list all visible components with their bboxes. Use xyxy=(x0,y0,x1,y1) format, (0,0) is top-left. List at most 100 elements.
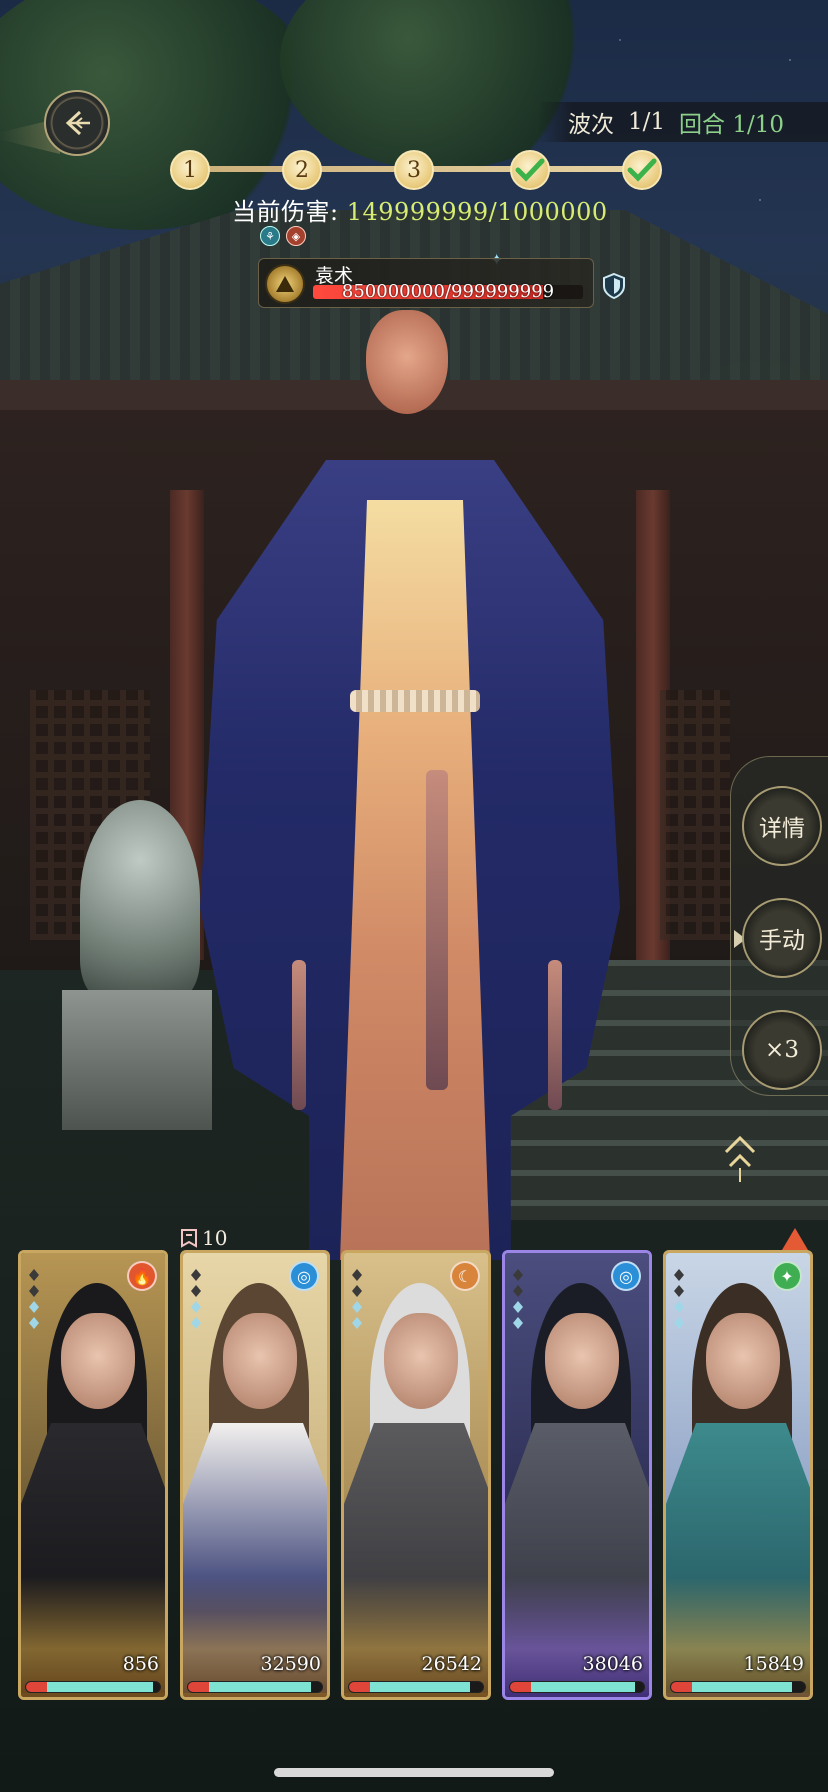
card-frame-base xyxy=(344,1577,488,1697)
round-counter: 回合 1/10 xyxy=(679,112,784,138)
back-arrow-icon xyxy=(65,110,90,136)
star-icon xyxy=(191,1317,201,1329)
back-button[interactable] xyxy=(44,90,110,156)
hero-card[interactable]: ◎ 32590 xyxy=(180,1250,330,1700)
star-icon xyxy=(29,1301,39,1313)
stage-node: 3 xyxy=(394,150,434,190)
lattice-window xyxy=(660,690,730,940)
hero-power: 38046 xyxy=(582,1653,643,1675)
star-icon xyxy=(29,1285,39,1297)
stage-number: 2 xyxy=(295,157,309,183)
hero-power: 32590 xyxy=(260,1653,321,1675)
hero-card[interactable]: ✦ 15849 xyxy=(663,1250,813,1700)
hero-hp-bar xyxy=(670,1681,806,1693)
home-indicator[interactable] xyxy=(274,1768,554,1777)
hero-card[interactable]: 🔥 856 xyxy=(18,1250,168,1700)
fire-element-icon: 🔥 xyxy=(127,1261,157,1291)
damage-label: 当前伤害: xyxy=(232,198,339,226)
star-rating xyxy=(511,1269,525,1329)
star-icon xyxy=(513,1301,523,1313)
water-element-icon: ◎ xyxy=(611,1261,641,1291)
speed-button[interactable]: ×3 xyxy=(742,1010,822,1090)
hero-head xyxy=(366,310,448,414)
star-icon xyxy=(352,1317,362,1329)
hero-portrait-face xyxy=(545,1313,619,1409)
star-rating xyxy=(189,1269,203,1329)
current-damage: 当前伤害: 149999999/1000000 xyxy=(232,192,608,227)
stage-cleared-node xyxy=(510,150,550,190)
hero-hp-bar xyxy=(25,1681,161,1693)
debuff-icon[interactable]: ◈ xyxy=(286,226,306,246)
stage-number: 3 xyxy=(407,157,421,183)
manual-label: 手动 xyxy=(759,928,805,954)
card-frame-base xyxy=(505,1577,649,1697)
hero-hp-red-segment xyxy=(349,1682,371,1692)
card-frame-base xyxy=(183,1577,327,1697)
hero-hp-red-segment xyxy=(671,1682,693,1692)
boss-character-figure xyxy=(200,270,620,1260)
hero-power: 15849 xyxy=(743,1653,804,1675)
hero-hp-fill xyxy=(47,1682,154,1692)
hero-hp-red-segment xyxy=(510,1682,532,1692)
moon-element-icon: ☾ xyxy=(450,1261,480,1291)
boss-hp-text: 850000000/999999999 xyxy=(341,281,555,302)
star-icon xyxy=(674,1269,684,1281)
star-icon xyxy=(352,1301,362,1313)
wave-round-panel: 波次 1/1 回合 1/10 xyxy=(538,102,828,142)
hero-hp-red-segment xyxy=(188,1682,210,1692)
hero-hp-fill xyxy=(209,1682,312,1692)
details-label: 详情 xyxy=(759,816,805,842)
shield-icon[interactable] xyxy=(602,272,626,300)
star-icon xyxy=(513,1317,523,1329)
stage-number: 1 xyxy=(183,157,197,183)
wave-value: 1/1 xyxy=(628,109,666,135)
checkmark-icon xyxy=(627,158,657,182)
star-icon xyxy=(352,1285,362,1297)
star-rating xyxy=(672,1269,686,1329)
star-icon xyxy=(29,1269,39,1281)
statue-pedestal xyxy=(62,990,212,1130)
hero-portrait-face xyxy=(223,1313,297,1409)
hero-tassel xyxy=(548,960,562,1110)
hero-hp-bar xyxy=(509,1681,645,1693)
hero-power: 26542 xyxy=(421,1653,482,1675)
stage-cleared-node xyxy=(622,150,662,190)
manual-mode-button[interactable]: 手动 xyxy=(742,898,822,978)
hero-card[interactable]: ◎ 38046 xyxy=(502,1250,652,1700)
rank-icon xyxy=(181,1229,197,1248)
boss-buff-icons: ⚘ ◈ xyxy=(260,226,306,246)
hero-tassel xyxy=(292,960,306,1110)
hero-hp-bar xyxy=(348,1681,484,1693)
star-icon xyxy=(513,1269,523,1281)
star-rating xyxy=(27,1269,41,1329)
hero-hp-fill xyxy=(370,1682,470,1692)
star-icon xyxy=(191,1301,201,1313)
rank-badge: 10 xyxy=(180,1226,227,1250)
card-frame-base xyxy=(21,1577,165,1697)
hero-belt xyxy=(350,690,480,712)
speed-label: ×3 xyxy=(765,1037,799,1063)
hero-hp-bar xyxy=(187,1681,323,1693)
hero-hp-fill xyxy=(531,1682,635,1692)
stage-node: 2 xyxy=(282,150,322,190)
boss-health-bar: 袁术 850000000/999999999 xyxy=(258,258,594,308)
star-icon xyxy=(29,1317,39,1329)
double-chevron-up-icon[interactable] xyxy=(722,1128,758,1184)
stone-lion-statue xyxy=(80,800,200,1000)
hero-portrait-face xyxy=(706,1313,780,1409)
star-icon xyxy=(191,1269,201,1281)
star-icon xyxy=(191,1285,201,1297)
buff-icon[interactable]: ⚘ xyxy=(260,226,280,246)
hero-card[interactable]: ☾ 26542 xyxy=(341,1250,491,1700)
star-icon xyxy=(513,1285,523,1297)
hero-tassel xyxy=(426,770,448,1090)
star-rating xyxy=(350,1269,364,1329)
details-button[interactable]: 详情 xyxy=(742,786,822,866)
star-icon xyxy=(352,1269,362,1281)
damage-value: 149999999/1000000 xyxy=(346,198,608,226)
hero-power: 856 xyxy=(122,1653,159,1675)
boss-rank-emblem-icon xyxy=(265,264,305,304)
hero-hp-fill xyxy=(692,1682,792,1692)
hero-hp-red-segment xyxy=(26,1682,48,1692)
star-icon xyxy=(674,1285,684,1297)
